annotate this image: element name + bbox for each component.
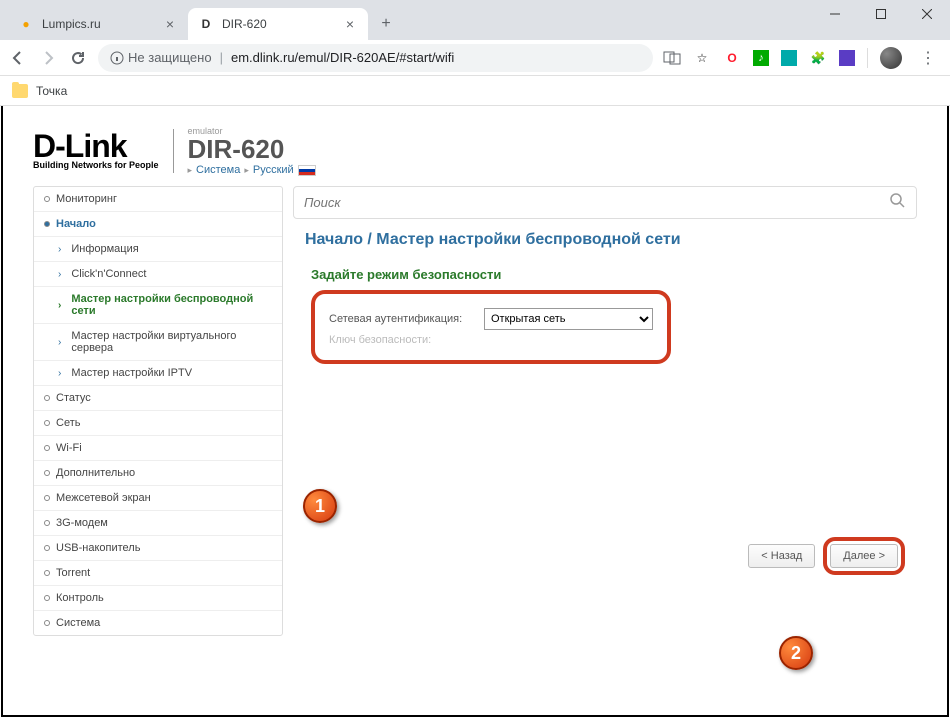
new-tab-button[interactable]: + — [372, 10, 400, 38]
sidebar-item-iptv-wizard[interactable]: ›Мастер настройки IPTV — [34, 360, 282, 385]
sidebar-item-info[interactable]: ›Информация — [34, 236, 282, 261]
url-text: em.dlink.ru/emul/DIR-620AE/#start/wifi — [231, 50, 454, 65]
sidebar: Мониторинг Начало ›Информация ›Click'n'C… — [33, 186, 283, 636]
next-highlight: Далее > — [823, 537, 905, 575]
sidebar-item-extra[interactable]: Дополнительно — [34, 460, 282, 485]
key-row: Ключ безопасности: — [329, 334, 653, 346]
lang-link[interactable]: Русский — [253, 164, 294, 176]
star-icon[interactable]: ☆ — [693, 49, 711, 67]
minimize-icon — [830, 9, 840, 19]
menu-button[interactable]: ⋮ — [914, 48, 942, 68]
back-button[interactable]: < Назад — [748, 544, 815, 568]
page-header: D-Link Building Networks for People emul… — [33, 126, 917, 176]
ext-green-icon[interactable]: ♪ — [753, 50, 769, 66]
window-controls — [812, 0, 950, 30]
tabs-area: ● Lumpics.ru × D DIR-620 × + — [0, 0, 812, 40]
logo-sub: Building Networks for People — [33, 160, 159, 170]
close-icon[interactable]: × — [342, 16, 358, 32]
sidebar-item-status[interactable]: Статус — [34, 385, 282, 410]
section-title: Задайте режим безопасности — [311, 267, 917, 282]
sidebar-item-cnc[interactable]: ›Click'n'Connect — [34, 261, 282, 286]
forward-button[interactable] — [38, 48, 58, 68]
sidebar-item-3g[interactable]: 3G-модем — [34, 510, 282, 535]
wizard-buttons: < Назад Далее > — [748, 537, 905, 575]
avatar[interactable] — [880, 47, 902, 69]
address-bar: Не защищено | em.dlink.ru/emul/DIR-620AE… — [0, 40, 950, 76]
arrow-left-icon — [10, 50, 26, 66]
maximize-button[interactable] — [858, 0, 904, 28]
minimize-button[interactable] — [812, 0, 858, 28]
sidebar-item-torrent[interactable]: Torrent — [34, 560, 282, 585]
maximize-icon — [876, 9, 886, 19]
arrow-right-icon — [40, 50, 56, 66]
chevron-right-icon: ▸ — [188, 165, 193, 176]
model-name: DIR-620 — [188, 136, 316, 162]
flag-ru-icon — [298, 165, 316, 176]
logo-main: D-Link — [33, 132, 159, 161]
separator — [173, 129, 174, 173]
search-icon[interactable] — [890, 193, 906, 212]
auth-select[interactable]: Открытая сеть — [484, 308, 653, 330]
callout-2: 2 — [779, 636, 813, 670]
window-titlebar: ● Lumpics.ru × D DIR-620 × + — [0, 0, 950, 40]
auth-label: Сетевая аутентификация: — [329, 313, 474, 325]
reload-icon — [70, 50, 86, 66]
auth-row: Сетевая аутентификация: Открытая сеть — [329, 308, 653, 330]
url-field[interactable]: Не защищено | em.dlink.ru/emul/DIR-620AE… — [98, 44, 653, 72]
brand-logo: D-Link Building Networks for People — [33, 132, 159, 171]
translate-icon[interactable] — [663, 49, 681, 67]
lang-row: ▸ Система ▸ Русский — [188, 164, 316, 176]
sidebar-item-system[interactable]: Система — [34, 610, 282, 635]
ext-teal-icon[interactable] — [781, 50, 797, 66]
next-button[interactable]: Далее > — [830, 544, 898, 568]
reload-button[interactable] — [68, 48, 88, 68]
callout-1: 1 — [303, 489, 337, 523]
bookmarks-bar: Точка — [0, 76, 950, 106]
system-link[interactable]: Система — [196, 164, 240, 176]
tab-title: DIR-620 — [222, 17, 334, 31]
close-icon[interactable]: × — [162, 16, 178, 32]
search-bar — [293, 186, 917, 219]
sidebar-item-monitoring[interactable]: Мониторинг — [34, 187, 282, 211]
sidebar-item-start[interactable]: Начало — [34, 211, 282, 236]
sidebar-item-wifi-wizard[interactable]: ›Мастер настройки беспроводной сети — [34, 286, 282, 323]
close-button[interactable] — [904, 0, 950, 28]
favicon-dlink: D — [198, 16, 214, 32]
back-button[interactable] — [8, 48, 28, 68]
breadcrumb: Начало / Мастер настройки беспроводной с… — [305, 231, 917, 249]
info-icon — [110, 51, 124, 65]
sidebar-item-wifi[interactable]: Wi-Fi — [34, 435, 282, 460]
tab-lumpics[interactable]: ● Lumpics.ru × — [8, 8, 188, 40]
insecure-badge: Не защищено — [110, 50, 212, 65]
chevron-right-icon: ▸ — [244, 165, 249, 176]
tab-title: Lumpics.ru — [42, 17, 154, 31]
opera-icon[interactable]: O — [723, 49, 741, 67]
folder-icon — [12, 84, 28, 98]
favicon-lumpics: ● — [18, 16, 34, 32]
extension-icons: ☆ O ♪ 🧩 ⋮ — [663, 47, 942, 69]
sidebar-item-vs-wizard[interactable]: ›Мастер настройки виртуального сервера — [34, 323, 282, 360]
ext-blue-icon[interactable]: 🧩 — [809, 49, 827, 67]
sidebar-item-firewall[interactable]: Межсетевой экран — [34, 485, 282, 510]
bookmark-folder[interactable]: Точка — [36, 84, 67, 98]
insecure-label: Не защищено — [128, 50, 212, 65]
tab-dir620[interactable]: D DIR-620 × — [188, 8, 368, 40]
page-content: D-Link Building Networks for People emul… — [1, 106, 949, 717]
sidebar-item-usb[interactable]: USB-накопитель — [34, 535, 282, 560]
ext-purple-icon[interactable] — [839, 50, 855, 66]
close-icon — [922, 9, 932, 19]
security-form: Сетевая аутентификация: Открытая сеть Кл… — [311, 290, 671, 364]
sidebar-item-control[interactable]: Контроль — [34, 585, 282, 610]
key-label: Ключ безопасности: — [329, 334, 474, 346]
sidebar-item-net[interactable]: Сеть — [34, 410, 282, 435]
search-input[interactable] — [304, 195, 890, 210]
model-block: emulator DIR-620 ▸ Система ▸ Русский — [188, 126, 316, 176]
